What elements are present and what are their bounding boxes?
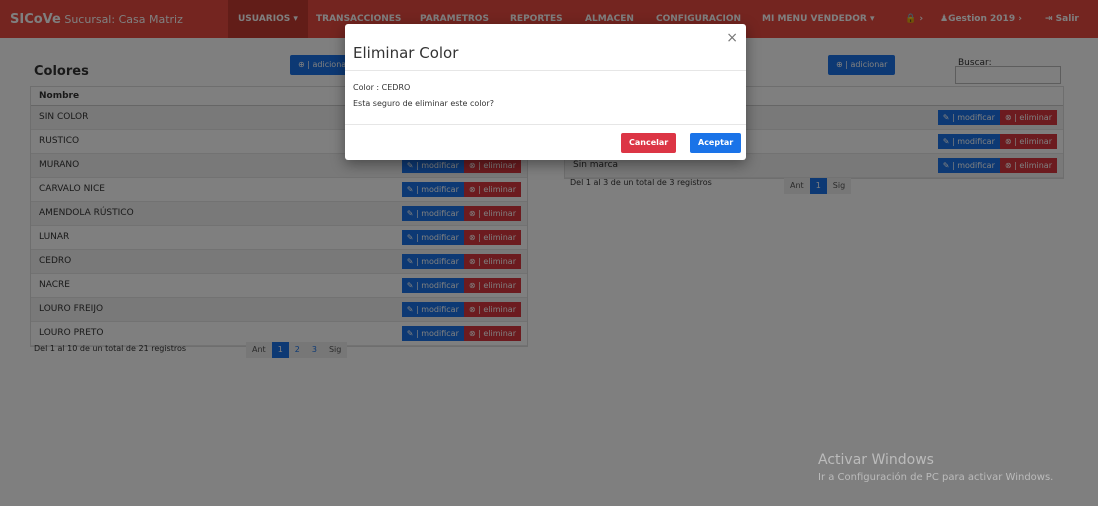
- modal-footer: Cancelar Aceptar: [345, 124, 746, 161]
- windows-activation-text: Ir a Configuración de PC para activar Wi…: [818, 472, 1054, 483]
- close-icon[interactable]: ×: [726, 30, 738, 46]
- modal-color-name: Color : CEDRO: [353, 83, 411, 92]
- modal-title: Eliminar Color: [353, 44, 459, 62]
- delete-color-modal: Eliminar Color × Color : CEDRO Esta segu…: [345, 24, 746, 160]
- modal-confirm-text: Esta seguro de eliminar este color?: [353, 99, 494, 108]
- modal-header: Eliminar Color ×: [345, 24, 746, 71]
- windows-activation-title: Activar Windows: [818, 452, 934, 468]
- accept-button[interactable]: Aceptar: [690, 133, 742, 153]
- modal-body: Color : CEDRO Esta seguro de eliminar es…: [353, 80, 494, 112]
- cancel-button[interactable]: Cancelar: [621, 133, 677, 153]
